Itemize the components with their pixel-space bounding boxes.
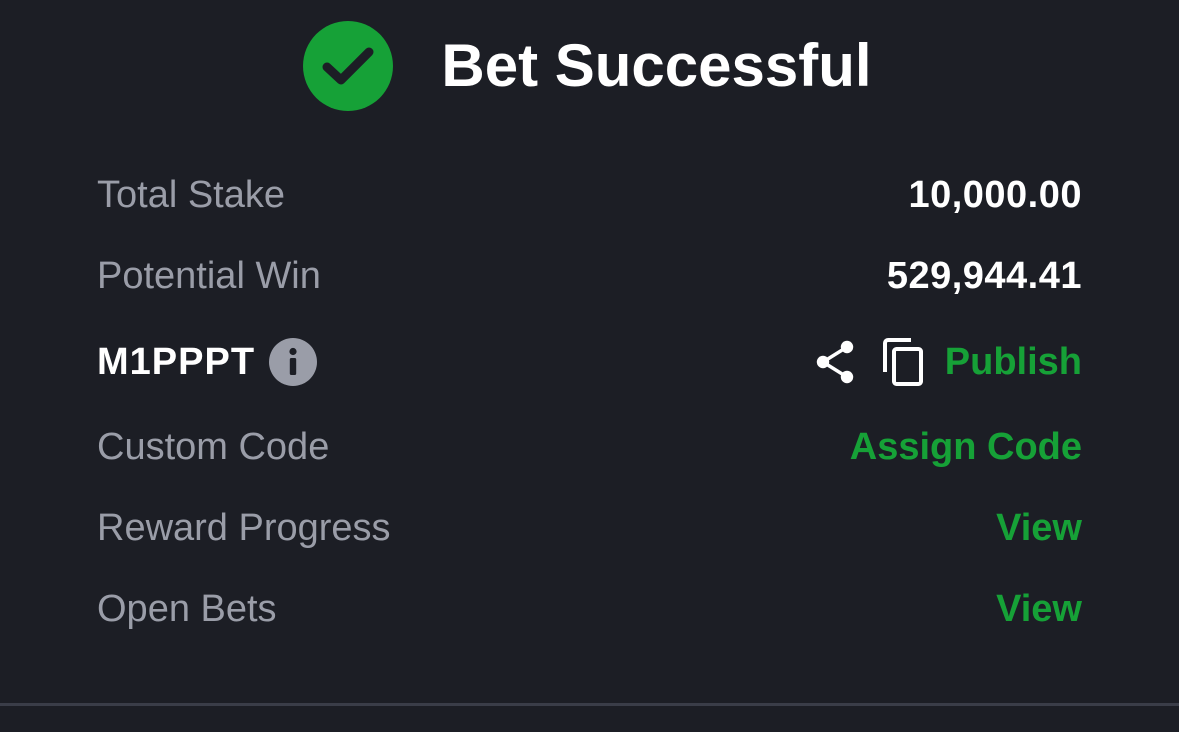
open-bets-view-button[interactable]: View xyxy=(996,588,1082,631)
copy-icon[interactable] xyxy=(881,337,925,387)
open-bets-label: Open Bets xyxy=(97,587,277,630)
total-stake-value: 10,000.00 xyxy=(908,173,1082,216)
custom-code-row: Custom Code Assign Code xyxy=(97,417,1082,477)
reward-progress-label: Reward Progress xyxy=(97,506,391,549)
total-stake-label: Total Stake xyxy=(97,173,285,216)
booking-code-actions: Publish xyxy=(813,337,1082,387)
publish-button[interactable]: Publish xyxy=(945,341,1082,384)
total-stake-row: Total Stake 10,000.00 xyxy=(97,165,1082,225)
booking-code-row: M1PPPT Publish xyxy=(97,332,1082,392)
potential-win-value: 529,944.41 xyxy=(886,254,1082,297)
potential-win-row: Potential Win 529,944.41 xyxy=(97,246,1082,306)
custom-code-label: Custom Code xyxy=(97,425,330,468)
bottom-divider xyxy=(0,703,1179,706)
open-bets-row: Open Bets View xyxy=(97,579,1082,639)
reward-progress-row: Reward Progress View xyxy=(97,498,1082,558)
page-title: Bet Successful xyxy=(441,32,872,99)
assign-code-button[interactable]: Assign Code xyxy=(850,426,1082,469)
potential-win-label: Potential Win xyxy=(97,254,321,297)
booking-code: M1PPPT xyxy=(97,340,256,383)
info-icon[interactable] xyxy=(269,338,318,386)
share-icon[interactable] xyxy=(813,338,857,386)
booking-code-group: M1PPPT xyxy=(97,338,318,386)
check-circle-icon xyxy=(303,21,394,111)
bet-success-header: Bet Successful xyxy=(0,20,1179,112)
reward-progress-view-button[interactable]: View xyxy=(996,507,1082,550)
